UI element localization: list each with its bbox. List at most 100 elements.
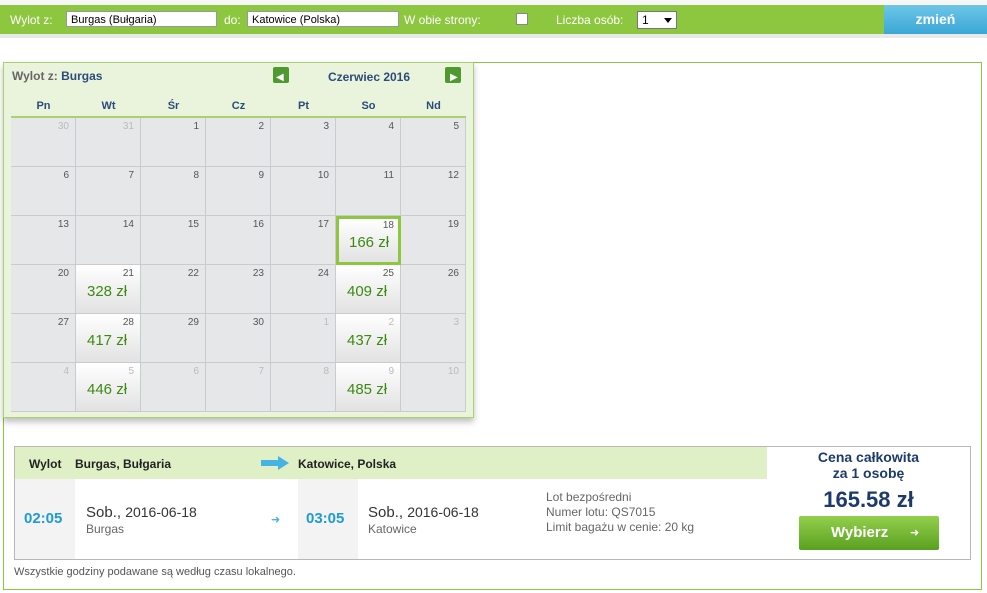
- calendar-day: 1: [271, 314, 336, 363]
- day-number: 12: [447, 170, 459, 181]
- calendar-day-with-price[interactable]: 5 446 zł: [76, 363, 141, 412]
- arrive-day: Sob.,: [368, 504, 404, 521]
- day-number: 2: [388, 317, 394, 328]
- weekday-label: Pt: [298, 100, 309, 112]
- calendar-day: 14: [76, 216, 141, 265]
- calendar-day: 16: [206, 216, 271, 265]
- info-direct: Lot bezpośredni: [546, 490, 632, 504]
- calendar-day: 6: [11, 167, 76, 216]
- day-number: 28: [122, 317, 134, 328]
- calendar-day: 17: [271, 216, 336, 265]
- weekday-label: Wt: [101, 100, 116, 112]
- arrow-left-icon: ◀: [276, 72, 284, 83]
- to-label: do:: [224, 13, 241, 27]
- calendar-day-with-price[interactable]: 25 409 zł: [336, 265, 401, 314]
- calendar-day: 10: [271, 167, 336, 216]
- calendar-day-with-price[interactable]: 9 485 zł: [336, 363, 401, 412]
- calendar-body: 30 31 1 2 3 4 5 6 7 8 9 10 11 12 13 14 15 16 17 18 166 zł 19 2…: [11, 118, 466, 412]
- day-number: 6: [63, 170, 69, 181]
- depart-date: Sob., 2016-06-18: [86, 504, 197, 521]
- calendar-day: 13: [11, 216, 76, 265]
- price-title: Cena całkowita za 1 osobę: [767, 449, 970, 481]
- day-number: 30: [57, 121, 69, 132]
- day-number: 3: [323, 121, 329, 132]
- arrive-date: Sob., 2016-06-18: [368, 504, 479, 521]
- calendar-day-with-price[interactable]: 18 166 zł: [336, 216, 401, 265]
- calendar-day: 29: [141, 314, 206, 363]
- day-price: 328 zł: [87, 283, 128, 300]
- calendar-grid: Pn Wt Śr Cz Pt So Nd 30 31 1 2 3 4 5 6 7 8 9 10 11 12 13 14 15…: [11, 96, 466, 412]
- day-number: 24: [317, 268, 329, 279]
- day-price: 437 zł: [347, 332, 388, 349]
- calendar-day: 2: [206, 118, 271, 167]
- day-number: 20: [57, 268, 69, 279]
- calendar-day: 4: [11, 363, 76, 412]
- day-number: 6: [193, 366, 199, 377]
- calendar-day-with-price[interactable]: 21 328 zł: [76, 265, 141, 314]
- calendar-day: 19: [401, 216, 466, 265]
- depart-date-value: 2016-06-18: [125, 504, 197, 520]
- day-number: 8: [323, 366, 329, 377]
- roundtrip-checkbox[interactable]: [516, 13, 528, 25]
- calendar-week: 20 21 328 zł 22 23 24 25 409 zł 26: [11, 265, 466, 314]
- arrow-right-icon: ➜: [910, 527, 920, 539]
- depart-city: Burgas: [86, 522, 125, 536]
- prev-month-button[interactable]: ◀: [273, 67, 289, 83]
- calendar-panel: Wylot z: Burgas ◀ Czerwiec 2016 ▶ Pn Wt Śr…: [3, 62, 474, 418]
- calendar-day: 30: [206, 314, 271, 363]
- price-title-line1: Cena całkowita: [817, 449, 920, 465]
- day-number: 9: [258, 170, 264, 181]
- day-number: 25: [382, 268, 394, 279]
- day-price: 409 zł: [347, 283, 388, 300]
- price-total: 165.58 zł: [823, 487, 914, 512]
- price-panel: Cena całkowita za 1 osobę 165.58 zł Wybi…: [767, 447, 970, 559]
- day-number: 9: [388, 366, 394, 377]
- weekday-label: Cz: [231, 100, 246, 112]
- to-input[interactable]: Katowice (Polska): [247, 11, 399, 27]
- day-number: 15: [187, 219, 199, 230]
- choose-button[interactable]: Wybierz ➜: [799, 516, 939, 550]
- calendar-day: 26: [401, 265, 466, 314]
- depart-day: Sob.,: [86, 504, 122, 521]
- day-price: 446 zł: [87, 381, 128, 398]
- depart-time: 02:05: [24, 510, 63, 527]
- calendar-day: 8: [141, 167, 206, 216]
- search-bar: Wylot z: Burgas (Bułgaria) do: Katowice …: [0, 0, 987, 38]
- day-number: 21: [122, 268, 134, 279]
- calendar-week: 27 28 417 zł 29 30 1 2 437 zł 3: [11, 314, 466, 363]
- calendar-day: 12: [401, 167, 466, 216]
- day-number: 13: [57, 219, 69, 230]
- next-month-button[interactable]: ▶: [445, 67, 461, 83]
- arrive-city: Katowice: [368, 522, 417, 536]
- day-number: 14: [122, 219, 134, 230]
- calendar-week: 30 31 1 2 3 4 5: [11, 118, 466, 167]
- day-number: 10: [317, 170, 329, 181]
- calendar-day: 22: [141, 265, 206, 314]
- roundtrip-label: W obie strony:: [404, 13, 481, 27]
- weekday-label: Pn: [36, 100, 51, 112]
- route-to: Katowice, Polska: [298, 457, 397, 471]
- calendar-day: 9: [206, 167, 271, 216]
- day-number: 11: [383, 170, 394, 181]
- from-label: Wylot z:: [10, 13, 53, 27]
- persons-select[interactable]: 1: [637, 11, 677, 29]
- day-number: 31: [122, 121, 134, 132]
- calendar-day: 4: [336, 118, 401, 167]
- calendar-day: 3: [271, 118, 336, 167]
- price-title-line2: za 1 osobę: [832, 465, 905, 481]
- day-number: 5: [128, 366, 134, 377]
- weekday-label: So: [361, 100, 376, 112]
- from-input[interactable]: Burgas (Bułgaria): [66, 11, 217, 27]
- day-number: 3: [453, 317, 459, 328]
- weekday-label: Nd: [426, 100, 441, 112]
- day-price: 417 zł: [87, 332, 128, 349]
- calendar-day-with-price[interactable]: 2 437 zł: [336, 314, 401, 363]
- change-button[interactable]: zmień: [884, 5, 987, 34]
- info-flight-number: Numer lotu: QS7015: [546, 505, 656, 519]
- day-number: 22: [187, 268, 199, 279]
- arrow-right-icon: ➜: [271, 514, 281, 526]
- calendar-day-with-price[interactable]: 28 417 zł: [76, 314, 141, 363]
- route-from: Burgas, Bułgaria: [75, 457, 172, 471]
- day-number: 26: [447, 268, 459, 279]
- calendar-day: 7: [76, 167, 141, 216]
